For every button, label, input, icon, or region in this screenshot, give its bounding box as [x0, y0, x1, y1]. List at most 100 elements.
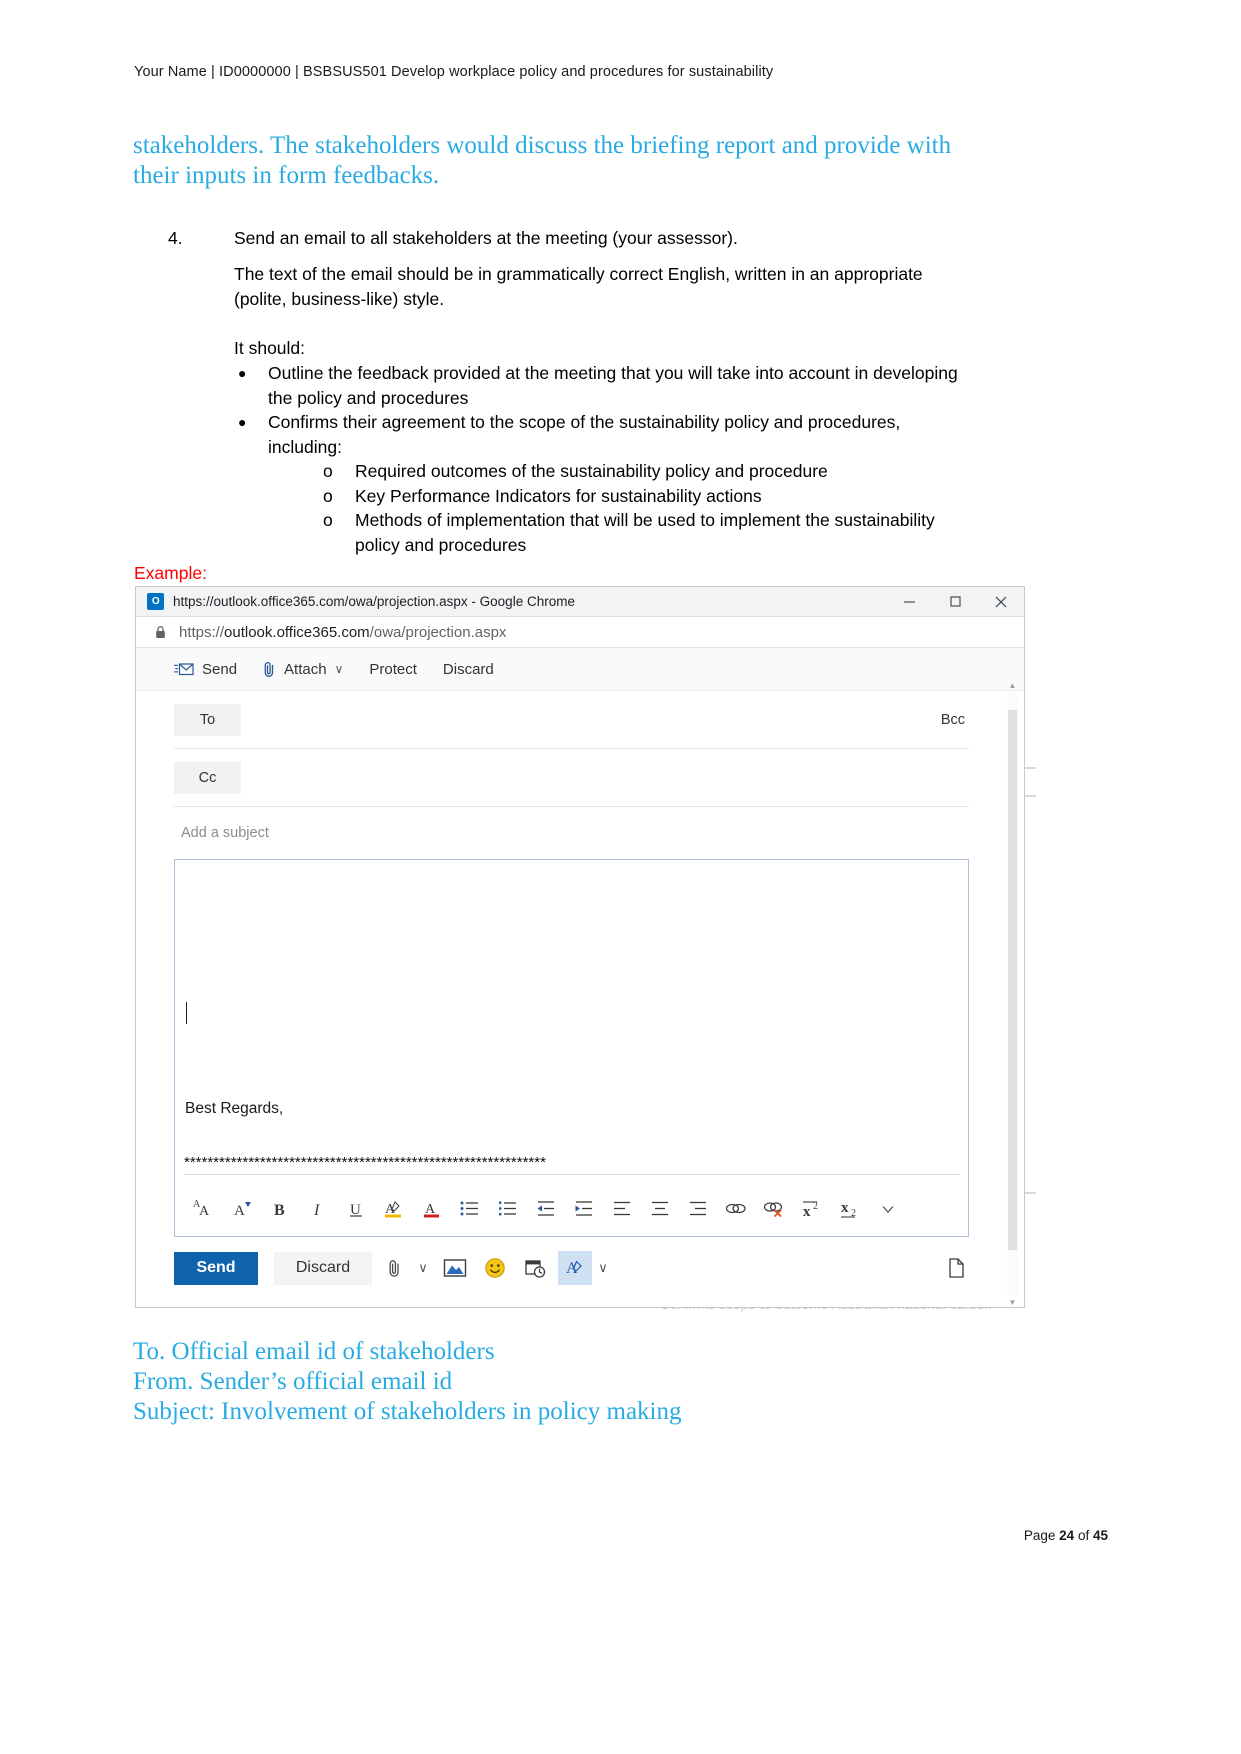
remove-link-icon[interactable] — [755, 1190, 793, 1228]
list-item: ● Outline the feedback provided at the m… — [234, 361, 974, 410]
cc-row[interactable]: Cc — [174, 749, 969, 807]
chevron-down-icon[interactable]: ∨ — [594, 1260, 612, 1276]
list-item-text: Outline the feedback provided at the mee… — [268, 363, 958, 408]
align-left-icon[interactable] — [603, 1190, 641, 1228]
message-body-editor[interactable]: Best Regards, **************************… — [174, 859, 969, 1237]
text-cursor — [186, 1002, 187, 1024]
send-mail-icon — [174, 662, 194, 677]
task-number: 4. — [168, 228, 183, 248]
pop-out-icon[interactable] — [947, 1257, 969, 1279]
browser-title: https://outlook.office365.com/owa/projec… — [173, 594, 575, 609]
close-icon[interactable] — [978, 587, 1024, 616]
increase-indent-icon[interactable] — [565, 1190, 603, 1228]
compose-action-bar: Send Discard ∨ A ∨ — [174, 1237, 969, 1299]
svg-text:I: I — [313, 1202, 320, 1219]
toolbar-discard-label: Discard — [442, 660, 494, 678]
page-edge-artifact — [1024, 1192, 1036, 1194]
task-text: Send an email to all stakeholders at the… — [234, 228, 738, 248]
omnibox-url: https://outlook.office365.com/owa/projec… — [179, 623, 507, 641]
footer-total-pages: 45 — [1092, 1528, 1108, 1543]
svg-text:A: A — [234, 1203, 245, 1219]
chevron-down-icon[interactable]: ∨ — [414, 1260, 432, 1276]
sub-list-item: o Methods of implementation that will be… — [323, 508, 974, 557]
decrease-indent-icon[interactable] — [527, 1190, 565, 1228]
minimize-icon[interactable] — [886, 587, 932, 616]
closing-line-from: From. Sender’s official email id — [133, 1368, 453, 1395]
svg-text:A: A — [199, 1204, 210, 1219]
svg-text:B: B — [274, 1202, 285, 1219]
scroll-up-arrow-icon[interactable]: ▲ — [1007, 678, 1018, 692]
formatting-icon[interactable]: A — [558, 1251, 592, 1285]
task-style-note: The text of the email should be in gramm… — [234, 264, 923, 309]
font-color-icon[interactable]: A — [413, 1190, 451, 1228]
body-signoff-text: Best Regards, — [185, 1100, 284, 1117]
toolbar-protect-button[interactable]: Protect — [369, 661, 417, 678]
emoji-icon[interactable] — [478, 1251, 512, 1285]
bold-icon[interactable]: B — [261, 1190, 299, 1228]
formatting-toolbar: A A A B I U A A x 2 x 2 — [175, 1181, 968, 1236]
svg-text:x: x — [803, 1204, 811, 1219]
svg-text:x: x — [841, 1200, 849, 1216]
insert-link-icon[interactable] — [717, 1190, 755, 1228]
example-label: Example: — [134, 563, 207, 583]
schedule-icon[interactable] — [518, 1251, 552, 1285]
closing-email-details: To. Official email id of stakeholders Fr… — [133, 1337, 682, 1427]
lock-icon — [155, 625, 166, 639]
closing-line-to: To. Official email id of stakeholders — [133, 1338, 495, 1365]
compose-command-toolbar: Send Attach ∨ Protect Discard — [136, 648, 1024, 691]
send-button[interactable]: Send — [174, 1251, 258, 1285]
bullet-marker-icon: ● — [238, 414, 247, 430]
font-size-grow-icon[interactable]: A A — [185, 1190, 223, 1228]
discard-button[interactable]: Discard — [274, 1251, 372, 1285]
footer-middle: of — [1074, 1528, 1093, 1543]
sub-list-item-text: Methods of implementation that will be u… — [355, 510, 935, 555]
sub-list-item-text: Key Performance Indicators for sustainab… — [355, 485, 762, 506]
maximize-icon[interactable] — [932, 587, 978, 616]
circle-marker-icon: o — [323, 485, 333, 506]
window-controls — [886, 587, 1024, 616]
intro-paragraph: stakeholders. The stakeholders would dis… — [133, 132, 952, 189]
align-right-icon[interactable] — [679, 1190, 717, 1228]
body-separator-text: ****************************************… — [184, 1154, 960, 1175]
circle-marker-icon: o — [323, 510, 333, 530]
toolbar-attach-label: Attach — [284, 660, 327, 678]
list-item: ● Confirms their agreement to the scope … — [234, 410, 974, 557]
page-edge-artifact — [1024, 767, 1036, 769]
toolbar-protect-label: Protect — [369, 660, 417, 678]
page-edge-artifact — [1024, 795, 1036, 797]
bullet-marker-icon: ● — [238, 365, 247, 381]
subject-input[interactable]: Add a subject — [174, 807, 969, 859]
to-label: To — [174, 703, 241, 736]
italic-icon[interactable]: I — [299, 1190, 337, 1228]
outlook-favicon-icon: O — [147, 593, 164, 610]
chevron-down-icon[interactable]: ∨ — [335, 662, 344, 676]
compose-body: To Bcc Cc Add a subject Best Regards, **… — [136, 691, 1024, 1299]
toolbar-attach-button[interactable]: Attach ∨ — [263, 661, 343, 678]
page-footer: Page 24 of 45 — [1024, 1528, 1108, 1543]
numbered-list-icon[interactable] — [489, 1190, 527, 1228]
chevron-down-icon[interactable] — [869, 1190, 907, 1228]
toolbar-send-button[interactable]: Send — [174, 661, 237, 678]
attach-file-icon[interactable] — [378, 1251, 412, 1285]
insert-picture-icon[interactable] — [438, 1251, 472, 1285]
highlight-icon[interactable]: A — [375, 1190, 413, 1228]
circle-marker-icon: o — [323, 461, 333, 481]
it-should-label: It should: — [234, 338, 306, 358]
subscript-icon[interactable]: x 2 — [831, 1190, 869, 1228]
underline-icon[interactable]: U — [337, 1190, 375, 1228]
svg-text:2: 2 — [813, 1201, 818, 1212]
closing-line-subject: Subject: Involvement of stakeholders in … — [133, 1398, 682, 1425]
toolbar-send-label: Send — [202, 660, 238, 678]
paperclip-icon — [263, 661, 276, 678]
bulleted-list-icon[interactable] — [451, 1190, 489, 1228]
superscript-icon[interactable]: x 2 — [793, 1190, 831, 1228]
browser-omnibox[interactable]: https://outlook.office365.com/owa/projec… — [136, 617, 1024, 648]
bcc-button[interactable]: Bcc — [941, 712, 969, 728]
align-center-icon[interactable] — [641, 1190, 679, 1228]
list-item-text: Confirms their agreement to the scope of… — [268, 412, 901, 457]
toolbar-discard-button[interactable]: Discard — [443, 661, 494, 678]
footer-prefix: Page — [1023, 1528, 1060, 1543]
to-row[interactable]: To Bcc — [174, 691, 969, 749]
chrome-browser-window: O https://outlook.office365.com/owa/proj… — [135, 586, 1025, 1308]
font-color-picker-icon[interactable]: A — [223, 1190, 261, 1228]
